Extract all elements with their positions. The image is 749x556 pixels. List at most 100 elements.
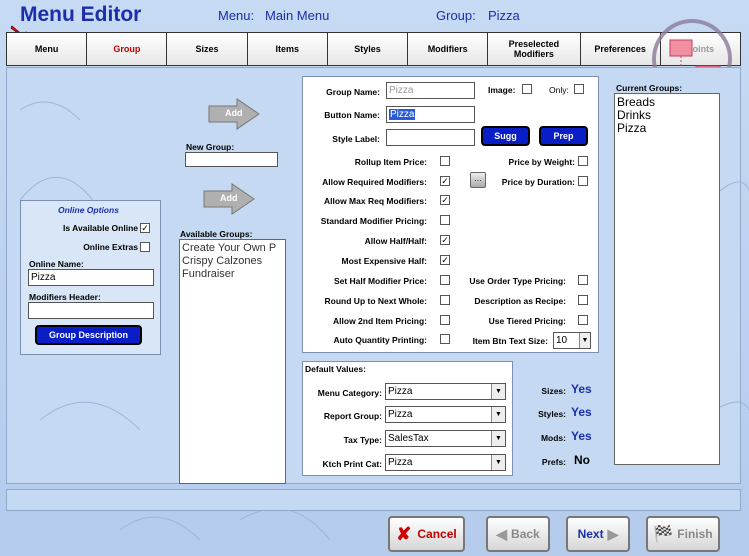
cancel-button[interactable]: ✘ Cancel [388, 516, 465, 552]
auto-quantity-printing-checkbox[interactable] [440, 334, 450, 344]
race-car-icon: 🏁 [653, 526, 674, 543]
online-extras-checkbox[interactable] [140, 242, 150, 252]
style-label-label: Style Label: [332, 134, 380, 144]
menu-category-value: Pizza [388, 386, 413, 397]
most-expensive-half-checkbox[interactable]: ✓ [440, 255, 450, 265]
new-group-label: New Group: [186, 142, 235, 152]
list-item[interactable]: Pizza [617, 122, 717, 135]
allow-half-half-checkbox[interactable]: ✓ [440, 235, 450, 245]
finish-button[interactable]: 🏁 Finish [646, 516, 720, 552]
set-half-modifier-price-checkbox[interactable] [440, 275, 450, 285]
prep-button[interactable]: Prep [539, 126, 588, 146]
left-arrow-icon: ◀ [496, 525, 508, 542]
ktch-print-cat-label: Ktch Print Cat: [322, 459, 383, 469]
finish-label: Finish [677, 527, 713, 541]
ktch-print-cat-select[interactable]: Pizza ▼ [385, 454, 506, 471]
chevron-down-icon: ▼ [491, 384, 505, 399]
back-label: Back [511, 527, 540, 541]
report-group-label: Report Group: [323, 411, 382, 421]
group-name-label: Group Name: [326, 87, 380, 97]
list-item[interactable]: Crispy Calzones [182, 255, 283, 268]
price-by-weight-label: Price by Weight: [508, 157, 575, 167]
style-label-input[interactable] [386, 129, 475, 146]
add-new-group-button[interactable]: Add [207, 97, 261, 131]
modifiers-header-label: Modifiers Header: [29, 292, 101, 302]
allow-2nd-item-pricing-label: Allow 2nd Item Pricing: [333, 316, 427, 326]
chevron-down-icon: ▼ [579, 333, 590, 348]
button-name-label: Button Name: [324, 110, 380, 120]
use-tiered-pricing-label: Use Tiered Pricing: [488, 316, 566, 326]
price-by-duration-checkbox[interactable] [578, 176, 588, 186]
allow-required-modifiers-checkbox[interactable]: ✓ [440, 176, 450, 186]
item-btn-text-size-value: 10 [556, 335, 568, 346]
menu-category-select[interactable]: Pizza ▼ [385, 383, 506, 400]
allow-2nd-item-pricing-checkbox[interactable] [440, 315, 450, 325]
add-available-group-label: Add [220, 193, 238, 203]
list-item[interactable]: Fundraiser [182, 268, 283, 281]
online-options-title: Online Options [58, 205, 119, 215]
button-name-input[interactable]: Pizza [386, 106, 475, 123]
description-as-recipe-label: Description as Recipe: [474, 296, 566, 306]
chevron-down-icon: ▼ [491, 431, 505, 446]
sizes-value: Yes [571, 382, 592, 396]
styles-label: Styles: [538, 409, 566, 419]
allow-half-half-label: Allow Half/Half: [364, 236, 427, 246]
chevron-down-icon: ▼ [491, 455, 505, 470]
add-available-group-button[interactable]: Add [202, 182, 256, 216]
description-as-recipe-checkbox[interactable] [578, 295, 588, 305]
next-button[interactable]: Next ▶ [566, 516, 630, 552]
tax-type-select[interactable]: SalesTax ▼ [385, 430, 506, 447]
image-label: Image: [488, 85, 516, 95]
ktch-print-cat-value: Pizza [388, 457, 413, 468]
round-up-next-whole-checkbox[interactable] [440, 295, 450, 305]
price-by-duration-label: Price by Duration: [501, 177, 575, 187]
rollup-item-price-checkbox[interactable] [440, 156, 450, 166]
next-label: Next [577, 527, 604, 541]
chevron-down-icon: ▼ [491, 407, 505, 422]
auto-quantity-printing-label: Auto Quantity Printing: [333, 335, 428, 345]
price-by-weight-checkbox[interactable] [578, 156, 588, 166]
available-groups-label: Available Groups: [180, 229, 253, 239]
rollup-item-price-label: Rollup Item Price: [354, 157, 427, 167]
allow-required-modifiers-label: Allow Required Modifiers: [322, 177, 427, 187]
image-checkbox[interactable] [522, 84, 532, 94]
use-tiered-pricing-checkbox[interactable] [578, 315, 588, 325]
available-groups-list[interactable]: Create Your Own P Crispy Calzones Fundra… [179, 239, 286, 484]
prefs-label: Prefs: [541, 457, 566, 467]
modifiers-header-input[interactable] [28, 302, 154, 319]
use-order-type-pricing-checkbox[interactable] [578, 275, 588, 285]
styles-value: Yes [571, 405, 592, 419]
is-available-online-checkbox[interactable]: ✓ [140, 223, 150, 233]
back-button[interactable]: ◀ Back [486, 516, 550, 552]
item-btn-text-size-select[interactable]: 10 ▼ [553, 332, 591, 349]
current-groups-list[interactable]: Breads Drinks Pizza [614, 93, 720, 465]
online-name-input[interactable]: Pizza [28, 269, 154, 286]
is-available-online-label: Is Available Online [63, 223, 138, 233]
only-checkbox[interactable] [574, 84, 584, 94]
group-description-button[interactable]: Group Description [35, 325, 142, 345]
new-group-input[interactable] [185, 152, 278, 167]
button-name-selected-text: Pizza [389, 109, 416, 120]
sugg-button[interactable]: Sugg [481, 126, 530, 146]
standard-modifier-pricing-checkbox[interactable] [440, 215, 450, 225]
add-new-group-label: Add [225, 108, 243, 118]
set-half-modifier-price-label: Set Half Modifier Price: [333, 276, 427, 286]
allow-max-req-modifiers-label: Allow Max Req Modifiers: [324, 196, 427, 206]
sizes-label: Sizes: [541, 386, 566, 396]
round-up-next-whole-label: Round Up to Next Whole: [324, 296, 427, 306]
item-btn-text-size-label: Item Btn Text Size: [472, 336, 548, 346]
right-arrow-icon: ▶ [607, 525, 619, 542]
menu-category-label: Menu Category: [317, 388, 382, 398]
standard-modifier-pricing-label: Standard Modifier Pricing: [320, 216, 427, 226]
only-label: Only: [549, 85, 569, 95]
report-group-select[interactable]: Pizza ▼ [385, 406, 506, 423]
most-expensive-half-label: Most Expensive Half: [341, 256, 428, 266]
report-group-value: Pizza [388, 409, 413, 420]
list-item[interactable]: Create Your Own P [182, 242, 283, 255]
online-name-label: Online Name: [29, 259, 84, 269]
use-order-type-pricing-label: Use Order Type Pricing: [469, 276, 566, 286]
default-values-title: Default Values: [305, 364, 366, 374]
allow-max-req-modifiers-checkbox[interactable]: ✓ [440, 195, 450, 205]
group-name-input[interactable]: Pizza [386, 82, 475, 99]
mods-label: Mods: [540, 433, 566, 443]
